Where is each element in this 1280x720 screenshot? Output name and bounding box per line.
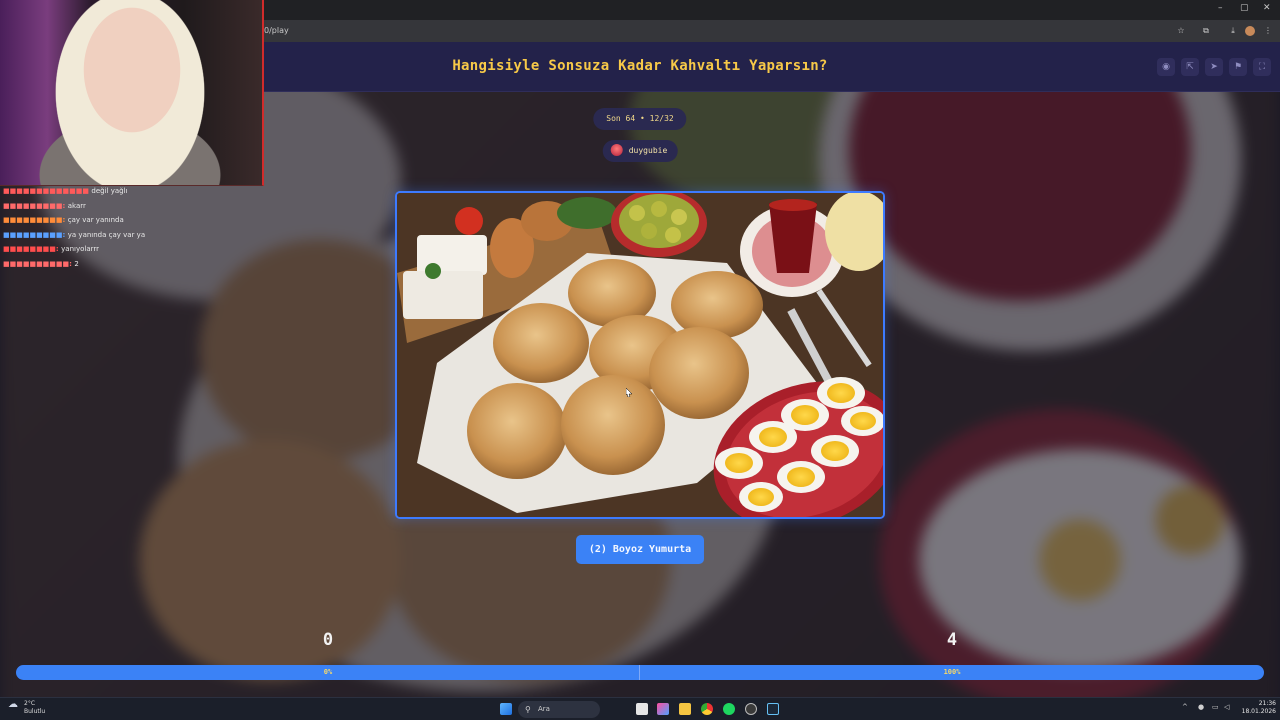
clock[interactable]: 21:36 18.01.2026 (1236, 700, 1276, 716)
clock-date: 18.01.2026 (1241, 708, 1276, 715)
search-icon: ⚲ (525, 705, 531, 714)
fullscreen-icon[interactable]: ⛶ (1253, 58, 1271, 76)
chat-message: ■■■■■■■■■■■■■ değil yağlı (3, 187, 128, 195)
mouse-cursor-icon (626, 388, 632, 397)
folder-icon[interactable] (679, 703, 691, 715)
monitor-icon[interactable]: ▭ (1212, 703, 1219, 711)
share-icon[interactable]: ⇱ (1181, 58, 1199, 76)
speaker-icon[interactable]: ◁ (1224, 703, 1229, 711)
chrome-icon[interactable] (701, 703, 713, 715)
round-indicator: Son 64 • 12/32 (593, 108, 687, 130)
eye-icon[interactable]: ◉ (1157, 58, 1175, 76)
star-icon[interactable]: ☆ (1176, 26, 1186, 36)
url-text[interactable]: 0/play (264, 26, 289, 35)
chat-message: ■■■■■■■■■: akarr (3, 201, 86, 210)
vote-progress-bar (16, 665, 1264, 680)
search-placeholder: Ara (538, 705, 550, 713)
maximize-icon[interactable]: ▢ (1240, 3, 1249, 13)
profile-avatar-icon[interactable] (1245, 26, 1255, 36)
windows-start-icon[interactable] (500, 703, 512, 715)
chat-message: ■■■■■■■■■: ya yanında çay var ya (3, 230, 146, 239)
spotify-icon[interactable] (723, 703, 735, 715)
cloud-icon: ☁ (8, 699, 18, 710)
chat-overlay: ■■■■■■■■■■■■■ değil yağlı ■■■■■■■■■: aka… (3, 184, 203, 271)
microphone-icon[interactable]: ● (1198, 703, 1204, 711)
weather-widget[interactable]: ☁ 2°C Bulutlu (8, 699, 45, 716)
choice-image-card[interactable] (395, 191, 885, 519)
extensions-icon[interactable]: ⧉ (1201, 26, 1211, 36)
score-left: 0 (322, 630, 334, 650)
creator-name: duygubie (628, 146, 668, 155)
send-icon[interactable]: ➤ (1205, 58, 1223, 76)
vote-progress-fill (16, 665, 1264, 680)
clock-time: 21:36 (1258, 700, 1276, 707)
bookmark-icon[interactable]: ⚑ (1229, 58, 1247, 76)
breakfast-photo (397, 193, 883, 517)
obs-icon[interactable] (745, 703, 757, 715)
close-icon[interactable]: ✕ (1263, 3, 1271, 13)
choice-button[interactable]: (2) Boyoz Yumurta (576, 535, 704, 564)
taskbar: ☁ 2°C Bulutlu ⚲ Ara ^ ● ▭ ◁ 21:36 18.01.… (0, 697, 1280, 720)
chat-message: ■■■■■■■■■■: 2 (3, 259, 79, 268)
creator-badge[interactable]: duygubie (602, 140, 678, 162)
webcam-overlay (0, 0, 264, 186)
steam-icon[interactable] (767, 703, 779, 715)
tray-overflow-icon[interactable]: ^ (1182, 703, 1188, 711)
download-icon[interactable]: ⤓ (1228, 26, 1238, 36)
search-box[interactable]: ⚲ Ara (518, 701, 600, 718)
percent-right: 100% (943, 668, 961, 676)
chat-message: ■■■■■■■■■: çay var yanında (3, 216, 124, 224)
score-right: 4 (946, 630, 958, 650)
progress-divider (639, 665, 640, 680)
menu-icon[interactable]: ⋮ (1263, 26, 1273, 36)
screen: – ▢ ✕ 0/play ☆ ⧉ ⤓ ⋮ Hangisiyle Sonsuza … (0, 0, 1280, 720)
file-explorer-icon[interactable] (636, 703, 648, 715)
minimize-icon[interactable]: – (1218, 3, 1223, 13)
photos-icon[interactable] (657, 703, 669, 715)
chat-message: ■■■■■■■■: yanıyolarrr (3, 245, 100, 253)
percent-left: 0% (323, 668, 333, 676)
creator-avatar-icon (610, 143, 623, 156)
